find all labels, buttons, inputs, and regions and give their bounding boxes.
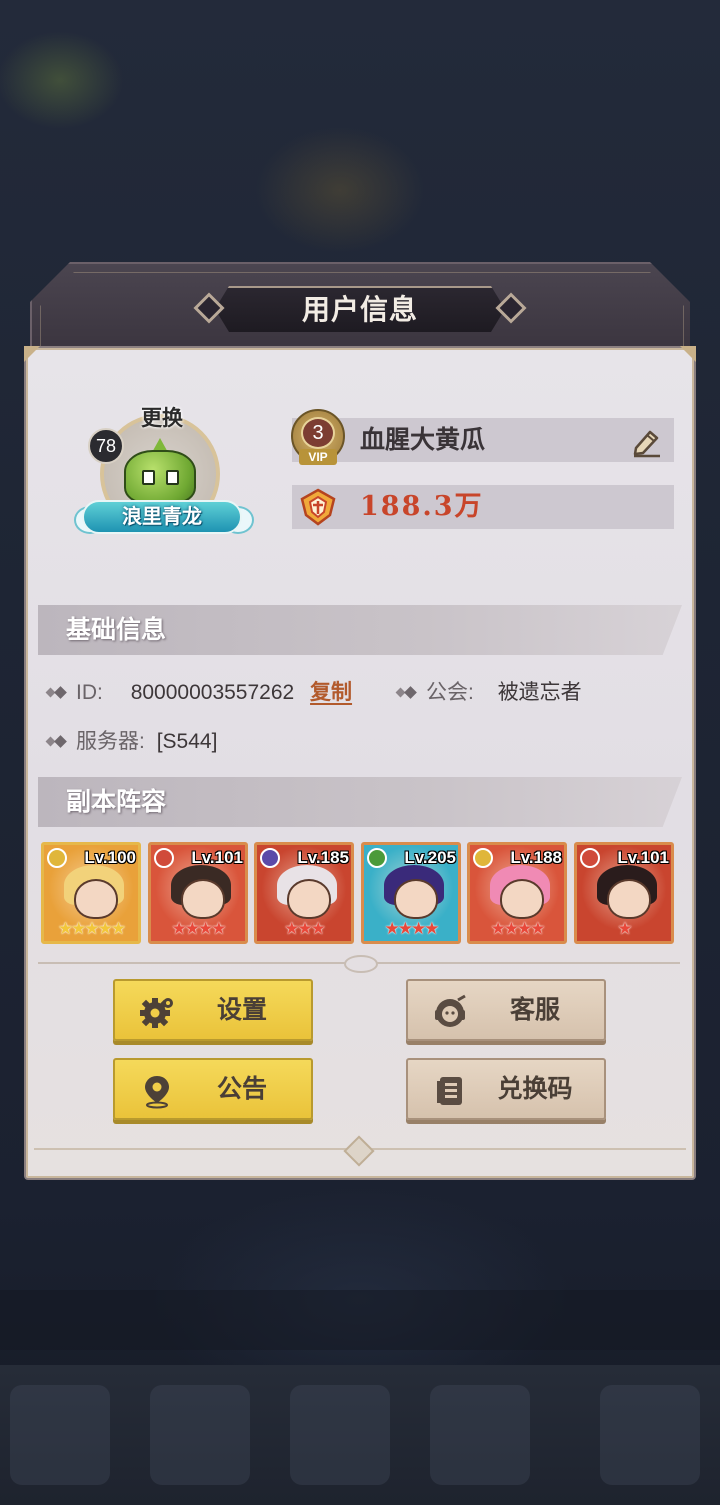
gear-icon bbox=[139, 994, 175, 1030]
divider bbox=[38, 955, 680, 973]
hero-stars: ★★★★ bbox=[490, 919, 546, 938]
hero-card[interactable]: Lv.185 ★★★ bbox=[254, 842, 354, 944]
background-bottom-nav bbox=[0, 1365, 720, 1505]
copy-id-button[interactable]: 复制 bbox=[310, 681, 352, 704]
headset-icon bbox=[432, 994, 468, 1030]
avatar[interactable]: 更换 78 浪里青龙 bbox=[74, 400, 254, 550]
customer-service-label: 客服 bbox=[509, 996, 560, 1024]
basic-info-header: 基础信息 bbox=[38, 605, 682, 655]
title-ribbon: 浪里青龙 bbox=[74, 496, 254, 540]
diamond-bullet-icon bbox=[46, 683, 68, 703]
player-level-badge: 78 bbox=[88, 428, 124, 464]
customer-service-button[interactable]: 客服 bbox=[406, 979, 606, 1041]
id-row: ID: 80000003557262 复制 bbox=[46, 675, 352, 711]
panel-bottom-ornament bbox=[34, 1135, 686, 1174]
slime-avatar-icon bbox=[120, 438, 200, 504]
hero-level: Lv.188 bbox=[510, 848, 562, 867]
hero-level: Lv.185 bbox=[297, 848, 349, 867]
vip-level: 3 bbox=[301, 417, 335, 449]
settings-label: 设置 bbox=[216, 996, 267, 1024]
hero-card[interactable]: Lv.205 ★★★★ bbox=[361, 842, 461, 944]
power-crest-icon bbox=[297, 487, 339, 527]
id-label: ID: bbox=[76, 681, 103, 704]
hero-level: Lv.100 bbox=[84, 848, 136, 867]
change-avatar-label[interactable]: 更换 bbox=[132, 402, 192, 432]
hero-stars: ★★★★★ bbox=[57, 919, 126, 938]
guild-value: 被遗忘者 bbox=[497, 681, 582, 704]
server-value: [S544] bbox=[156, 730, 218, 753]
guild-row: 公会: 被遗忘者 bbox=[396, 675, 582, 711]
lineup-header: 副本阵容 bbox=[38, 777, 682, 827]
hero-card[interactable]: Lv.101 ★ bbox=[574, 842, 674, 944]
settings-button[interactable]: 设置 bbox=[113, 979, 313, 1041]
redeem-code-button[interactable]: 兑换码 bbox=[406, 1058, 606, 1120]
diamond-bullet-icon bbox=[396, 683, 418, 703]
location-pin-icon bbox=[139, 1073, 175, 1109]
hero-level: Lv.205 bbox=[404, 848, 456, 867]
hero-lineup: Lv.100 ★★★★★ Lv.101 ★★★★ Lv.185 ★★★ Lv.2… bbox=[41, 842, 675, 946]
player-name: 血腥大黄瓜 bbox=[360, 426, 486, 454]
redeem-code-label: 兑换码 bbox=[497, 1075, 573, 1103]
announcement-button[interactable]: 公告 bbox=[113, 1058, 313, 1120]
section-title: 基础信息 bbox=[66, 616, 167, 644]
server-row: 服务器: [S544] bbox=[46, 724, 217, 760]
section-title: 副本阵容 bbox=[66, 788, 167, 816]
diamond-bullet-icon bbox=[46, 732, 68, 752]
hero-stars: ★★★ bbox=[284, 919, 326, 938]
hero-level: Lv.101 bbox=[191, 848, 243, 867]
vip-badge: 3 VIP bbox=[287, 407, 349, 469]
hero-card[interactable]: Lv.101 ★★★★ bbox=[148, 842, 248, 944]
guild-label: 公会: bbox=[426, 681, 474, 704]
hero-stars: ★ bbox=[617, 919, 632, 938]
hero-card[interactable]: Lv.100 ★★★★★ bbox=[41, 842, 141, 944]
player-title: 浪里青龙 bbox=[122, 506, 202, 528]
power-value: 188.3万 bbox=[360, 491, 484, 522]
id-value: 80000003557262 bbox=[130, 681, 295, 704]
dialog-title-plate: 用户信息 bbox=[193, 286, 527, 334]
background-chat-bar bbox=[0, 1290, 720, 1350]
hero-stars: ★★★★ bbox=[384, 919, 440, 938]
document-icon bbox=[432, 1073, 468, 1109]
dialog-title: 用户信息 bbox=[301, 294, 418, 325]
server-label: 服务器: bbox=[76, 730, 145, 753]
hero-stars: ★★★★ bbox=[171, 919, 227, 938]
announcement-label: 公告 bbox=[216, 1075, 267, 1103]
pencil-icon[interactable] bbox=[630, 424, 664, 458]
hero-card[interactable]: Lv.188 ★★★★ bbox=[467, 842, 567, 944]
hero-level: Lv.101 bbox=[617, 848, 669, 867]
vip-tag: VIP bbox=[299, 449, 337, 465]
